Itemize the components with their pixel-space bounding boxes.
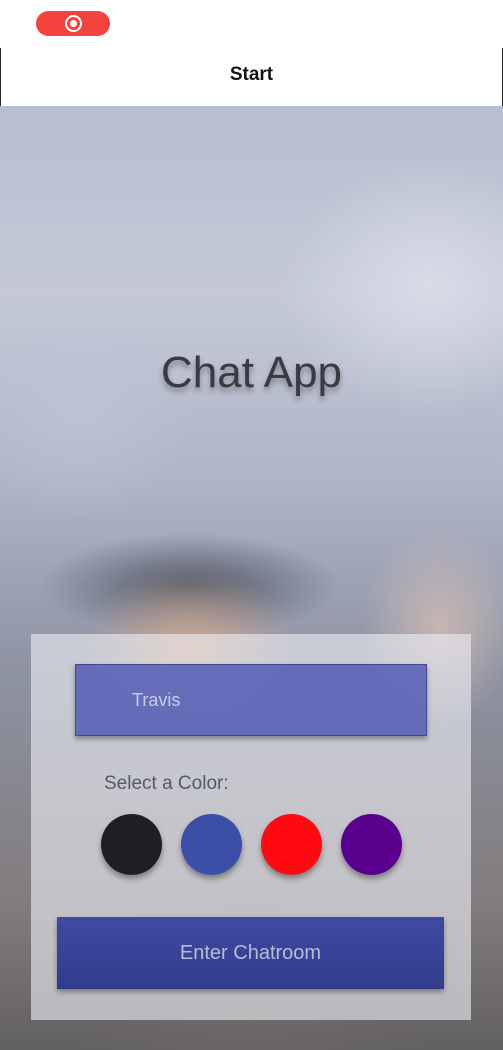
color-swatch-black[interactable] bbox=[101, 814, 162, 875]
screen-recording-indicator[interactable] bbox=[36, 11, 110, 36]
navigation-bar: Start bbox=[0, 48, 503, 106]
nav-title: Start bbox=[229, 64, 274, 85]
start-form-card: Select a Color: Enter Chatroom bbox=[31, 634, 471, 1020]
color-label: Select a Color: bbox=[104, 773, 229, 794]
color-swatches bbox=[101, 814, 402, 876]
color-swatch-purple[interactable] bbox=[341, 814, 402, 875]
status-bar bbox=[0, 0, 503, 48]
color-swatch-blue[interactable] bbox=[181, 814, 242, 875]
color-swatch-red[interactable] bbox=[261, 814, 322, 875]
name-input[interactable] bbox=[75, 664, 427, 736]
app-title: Chat App bbox=[160, 348, 343, 397]
enter-chatroom-button[interactable]: Enter Chatroom bbox=[57, 917, 444, 989]
record-icon bbox=[64, 15, 82, 32]
